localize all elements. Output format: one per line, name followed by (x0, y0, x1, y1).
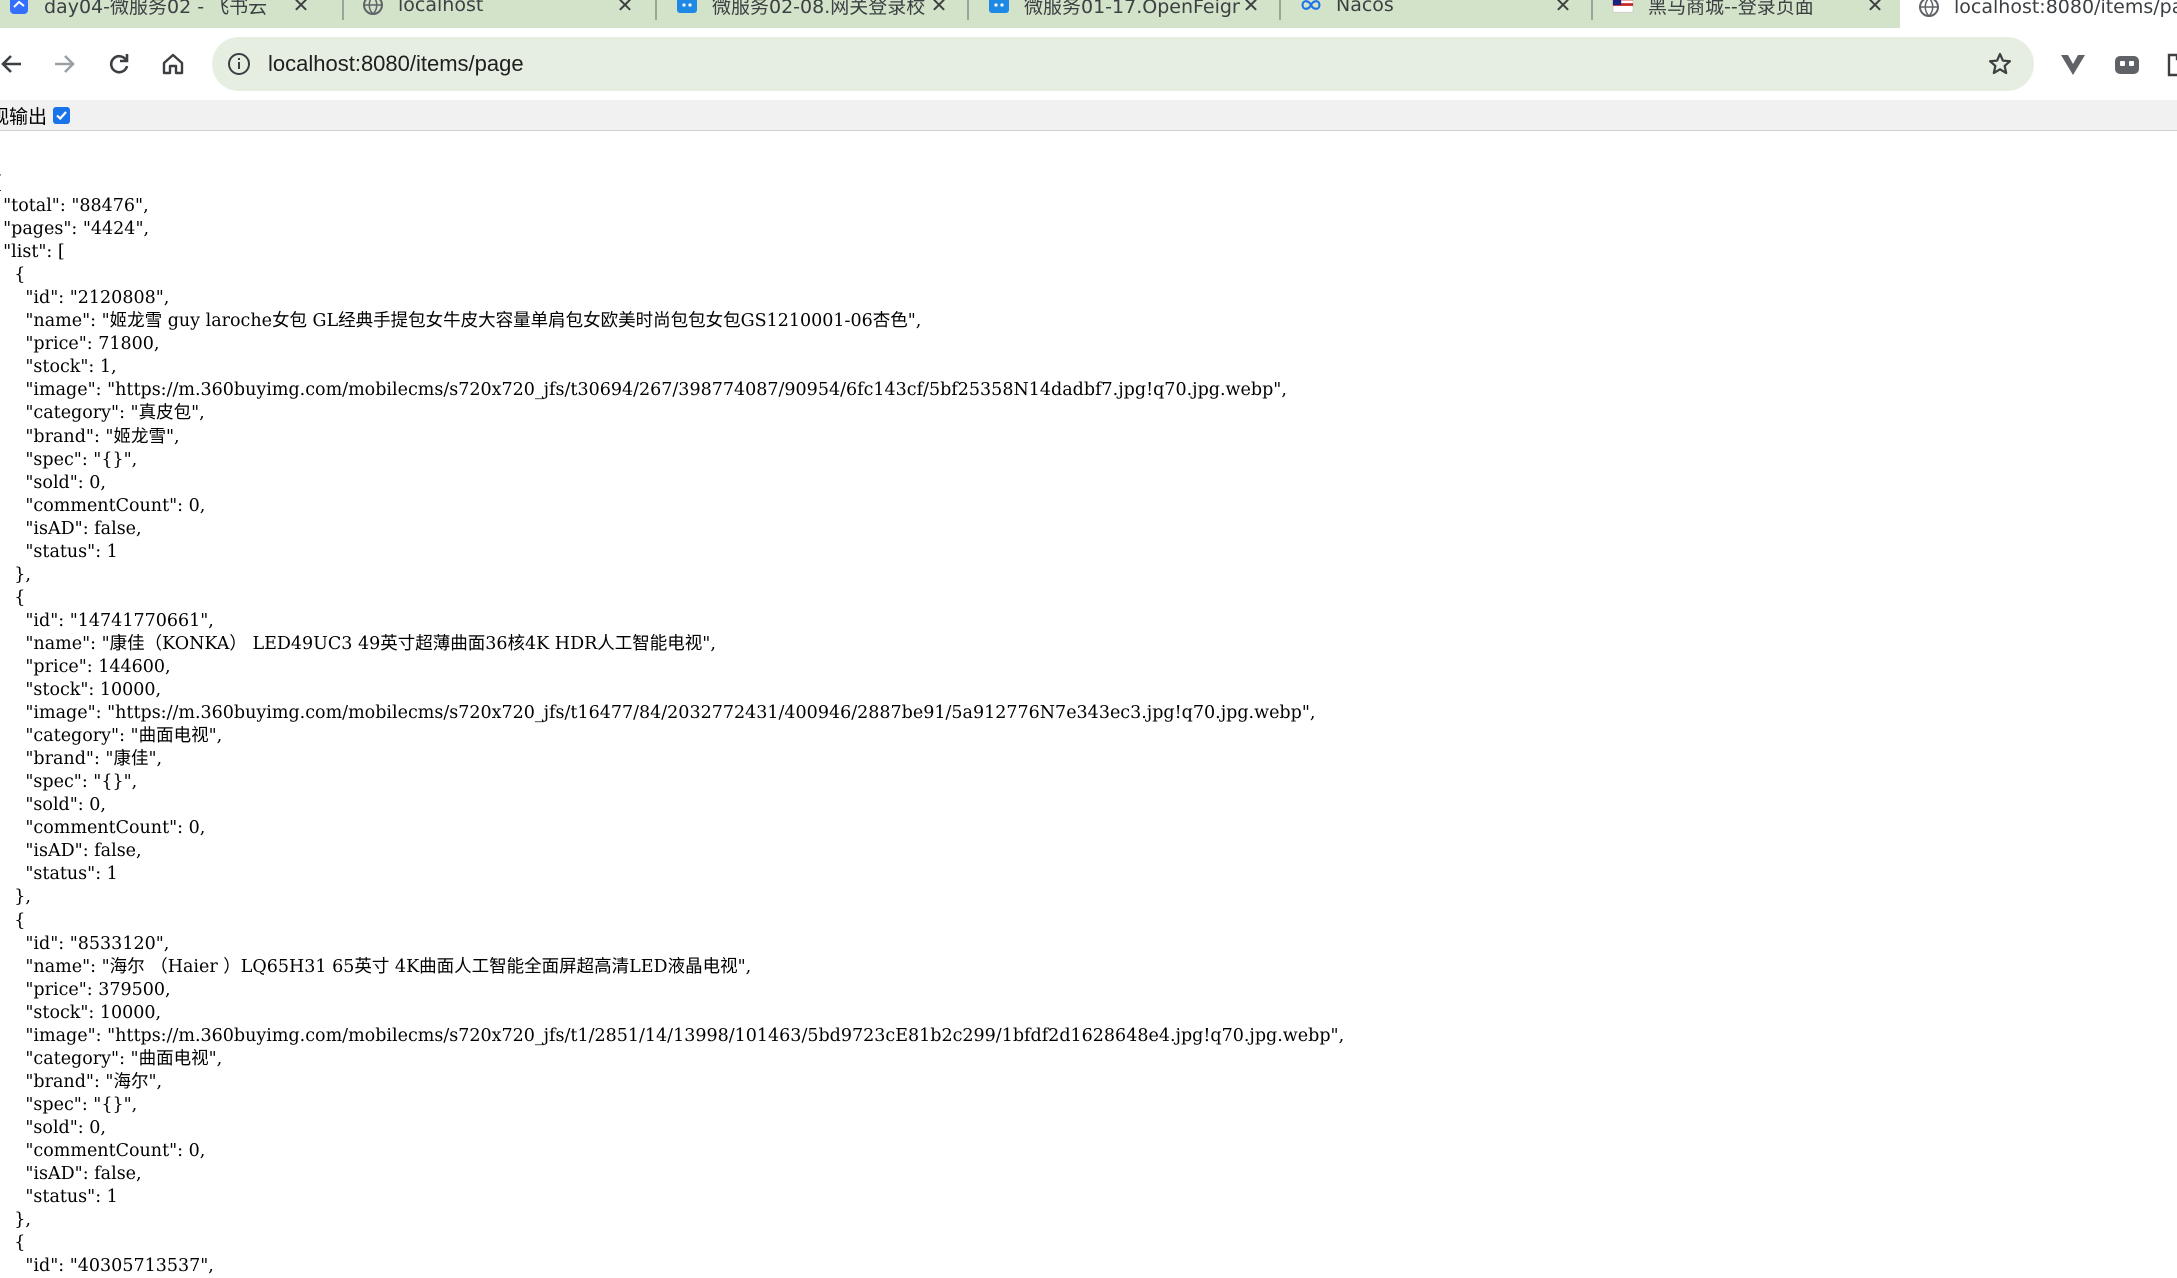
address-bar[interactable]: localhost:8080/items/page (212, 37, 2034, 91)
tab-items-page[interactable]: localhost:8080/items/pa (1900, 0, 2177, 28)
tab-heima-login[interactable]: 黑马商城--登录页面 ✕ (1594, 0, 1904, 24)
tab-title: 黑马商城--登录页面 (1648, 0, 1864, 19)
arrow-right-icon (51, 51, 77, 77)
tab-strip: day04-微服务02 - 飞书云 ✕ localhost ✕ 微服务02-08… (0, 0, 2177, 28)
bookmark-star-icon[interactable] (1986, 50, 2014, 78)
arrow-left-icon (0, 51, 25, 77)
home-button[interactable] (151, 42, 195, 86)
checkmark-icon (55, 109, 68, 122)
tab-title: localhost (398, 0, 614, 16)
extension-v-icon[interactable] (2058, 50, 2088, 80)
url-text: localhost:8080/items/page (268, 51, 524, 77)
pretty-print-label: 观输出 (0, 102, 47, 129)
close-icon[interactable]: ✕ (1864, 0, 1886, 17)
reload-button[interactable] (97, 42, 141, 86)
tab-title: 微服务02-08.网关登录校 (712, 0, 928, 19)
home-icon (160, 51, 186, 77)
close-icon[interactable]: ✕ (928, 0, 950, 17)
back-button[interactable] (0, 42, 34, 86)
close-icon[interactable]: ✕ (290, 0, 312, 17)
reload-icon (106, 51, 132, 77)
feishu-doc-icon (8, 0, 30, 16)
tab-bilibili-openfeign[interactable]: 微服务01-17.OpenFeign ✕ (970, 0, 1280, 24)
info-icon[interactable] (226, 51, 252, 77)
bilibili-icon (676, 0, 698, 16)
extensions-icon[interactable] (2164, 50, 2177, 80)
tab-title: 微服务01-17.OpenFeign (1024, 0, 1240, 19)
close-icon[interactable]: ✕ (1552, 0, 1574, 17)
browser-toolbar: localhost:8080/items/page (0, 28, 2177, 100)
tab-nacos[interactable]: Nacos ✕ (1282, 0, 1592, 24)
globe-icon (1918, 0, 1940, 18)
pretty-print-checkbox[interactable] (53, 107, 70, 124)
json-response-body: { "total": "88476", "pages": "4424", "li… (0, 172, 1344, 1278)
tab-title: day04-微服务02 - 飞书云 (44, 0, 290, 19)
forward-button[interactable] (42, 42, 86, 86)
tab-title: Nacos (1336, 0, 1552, 16)
tab-bilibili-gateway[interactable]: 微服务02-08.网关登录校 ✕ (658, 0, 968, 24)
tab-title: localhost:8080/items/pa (1954, 0, 2177, 18)
bilibili-icon (988, 0, 1010, 16)
json-viewer-toolbar: 观输出 (0, 100, 2177, 131)
close-icon[interactable]: ✕ (614, 0, 636, 17)
extension-puzzle-icon[interactable] (2112, 50, 2142, 80)
globe-icon (362, 0, 384, 16)
tab-localhost[interactable]: localhost ✕ (344, 0, 654, 24)
flag-icon (1612, 0, 1634, 16)
tab-feishu-doc[interactable]: day04-微服务02 - 飞书云 ✕ (0, 0, 330, 24)
close-icon[interactable]: ✕ (1240, 0, 1262, 17)
nacos-icon (1300, 0, 1322, 16)
